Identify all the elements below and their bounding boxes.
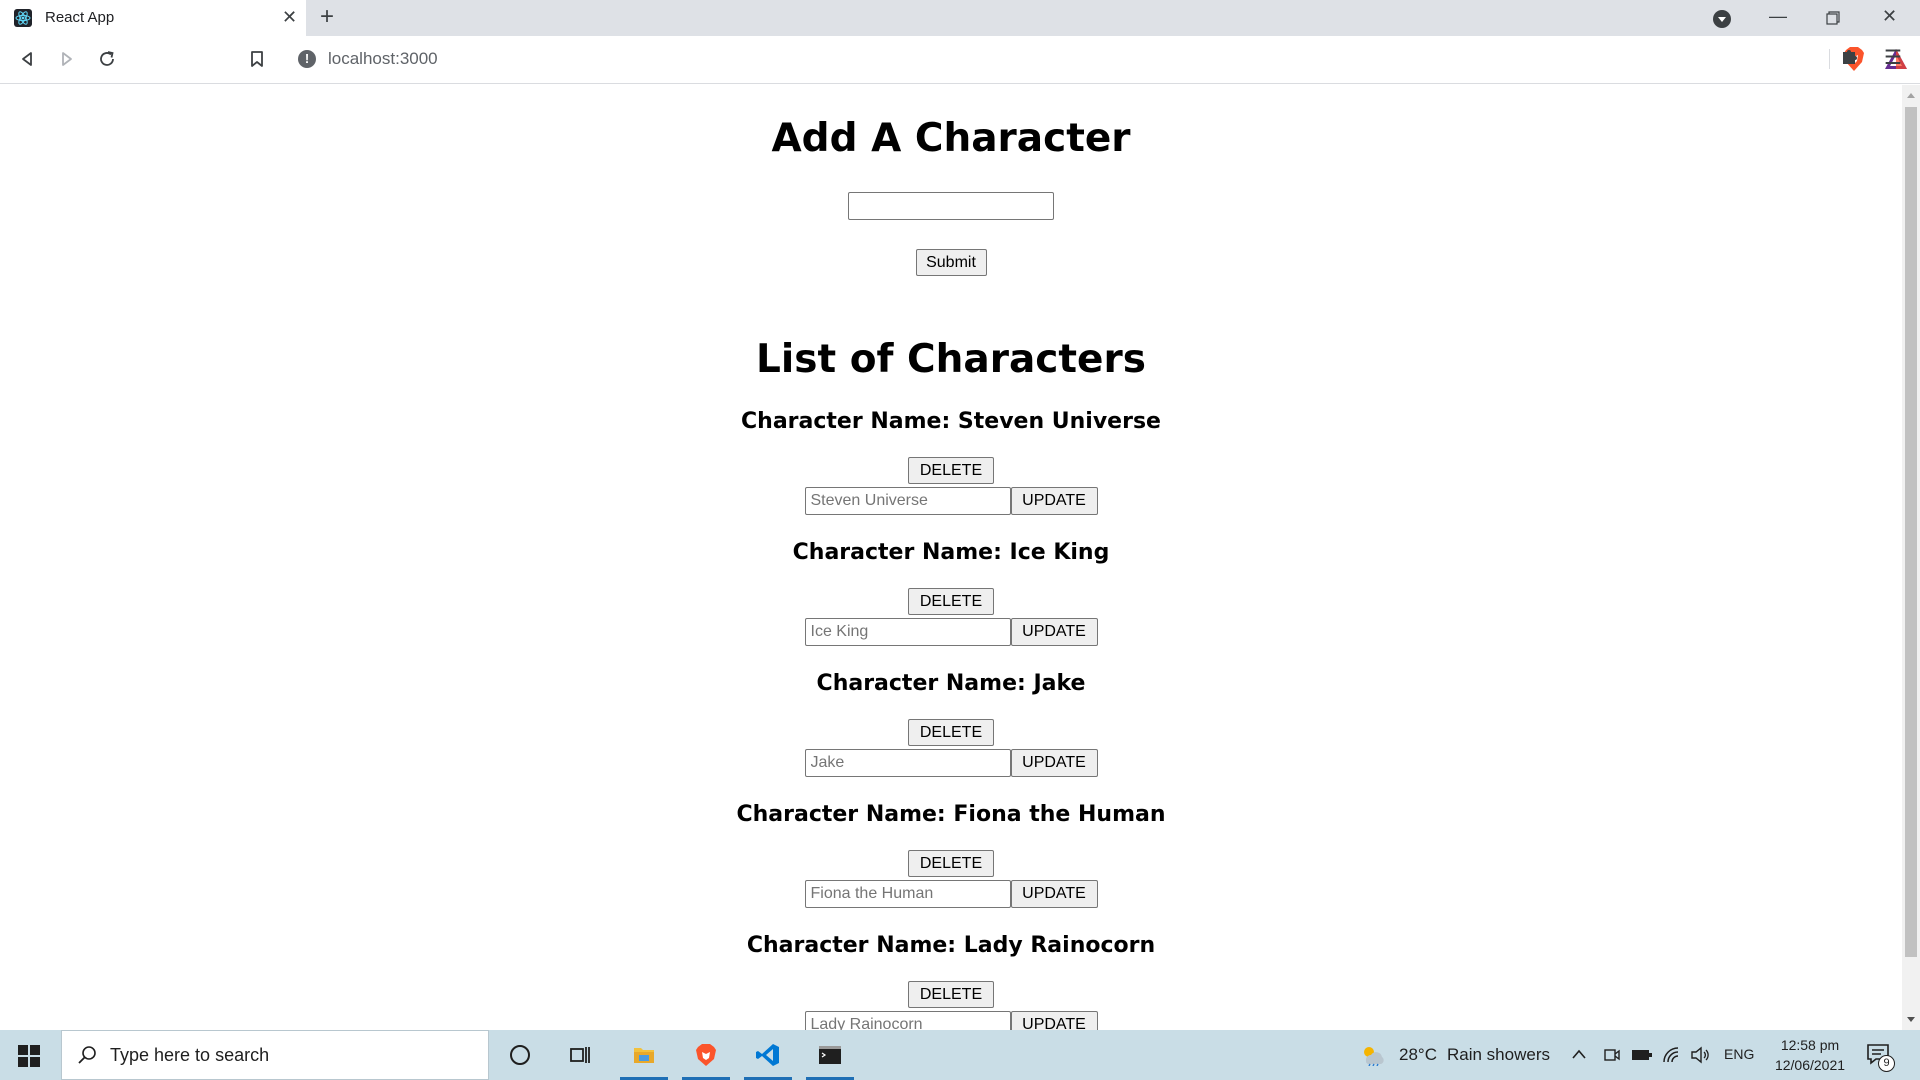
add-character-title: Add A Character <box>771 116 1131 161</box>
scroll-down-icon[interactable] <box>1907 1017 1915 1022</box>
character-item: Character Name: Fiona the Human DELETE U… <box>0 801 1902 908</box>
delete-button[interactable]: DELETE <box>908 719 994 746</box>
site-info-icon[interactable]: ! <box>298 50 316 68</box>
list-title: List of Characters <box>756 337 1146 382</box>
app-root: Add A Character Submit List of Character… <box>0 115 1902 1030</box>
minimize-icon[interactable]: — <box>1769 6 1787 27</box>
url-text[interactable]: localhost:3000 <box>328 49 438 69</box>
weather-icon[interactable] <box>1360 1044 1386 1066</box>
react-icon <box>14 9 32 27</box>
update-row: UPDATE <box>0 880 1902 908</box>
update-button[interactable]: UPDATE <box>1010 1011 1098 1030</box>
submit-button[interactable]: Submit <box>915 249 987 276</box>
bookmark-icon[interactable] <box>249 50 265 68</box>
clock[interactable]: 12:58 pm 12/06/2021 <box>1770 1035 1850 1075</box>
character-item: Character Name: Lady Rainocorn DELETE UP… <box>0 932 1902 1030</box>
close-window-icon[interactable]: ✕ <box>1882 6 1897 27</box>
cortana-icon <box>510 1045 530 1065</box>
update-input[interactable] <box>804 880 1011 908</box>
character-item: Character Name: Steven Universe DELETE U… <box>0 408 1902 515</box>
language-indicator[interactable]: ENG <box>1724 1046 1754 1062</box>
vscode-icon <box>756 1044 779 1066</box>
update-input[interactable] <box>804 1011 1011 1030</box>
update-row: UPDATE <box>0 618 1902 646</box>
character-item: Character Name: Ice King DELETE UPDATE <box>0 539 1902 646</box>
scroll-up-icon[interactable] <box>1907 93 1915 98</box>
tab-search-icon[interactable] <box>1713 10 1731 28</box>
character-item: Character Name: Jake DELETE UPDATE <box>0 670 1902 777</box>
terminal-button[interactable] <box>804 1030 856 1080</box>
search-icon <box>78 1046 96 1064</box>
update-input[interactable] <box>804 487 1011 515</box>
wifi-icon[interactable] <box>1662 1046 1682 1064</box>
browser-toolbar: ! localhost:3000 ☰ <box>0 36 1920 84</box>
clock-date: 12/06/2021 <box>1774 1057 1846 1073</box>
tab-title: React App <box>45 9 115 26</box>
puzzle-icon[interactable] <box>1840 46 1860 66</box>
taskbar-search[interactable]: Type here to search <box>61 1030 489 1080</box>
omnibox-divider <box>1829 49 1830 69</box>
volume-icon[interactable] <box>1690 1046 1710 1064</box>
update-row: UPDATE <box>0 749 1902 777</box>
file-explorer-button[interactable] <box>618 1030 670 1080</box>
windows-start-icon[interactable] <box>18 1045 40 1067</box>
notification-count-badge: 9 <box>1878 1055 1895 1072</box>
vscode-button[interactable] <box>742 1030 794 1080</box>
reload-icon[interactable] <box>98 50 116 68</box>
task-view-icon <box>570 1047 590 1063</box>
update-button[interactable]: UPDATE <box>1010 487 1098 515</box>
page-scrollbar[interactable] <box>1902 85 1920 1030</box>
delete-button[interactable]: DELETE <box>908 850 994 877</box>
update-button[interactable]: UPDATE <box>1010 749 1098 777</box>
character-name: Character Name: Jake <box>816 671 1086 696</box>
close-tab-icon[interactable]: ✕ <box>282 7 297 28</box>
weather-temp[interactable]: 28°C <box>1399 1045 1437 1065</box>
tab-react-app[interactable]: React App ✕ <box>0 0 306 36</box>
cortana-button[interactable] <box>494 1030 546 1080</box>
brave-button[interactable] <box>680 1030 732 1080</box>
scroll-thumb[interactable] <box>1905 107 1917 957</box>
restore-icon[interactable] <box>1826 11 1840 25</box>
update-button[interactable]: UPDATE <box>1010 618 1098 646</box>
update-input[interactable] <box>804 749 1011 777</box>
update-input[interactable] <box>804 618 1011 646</box>
update-row: UPDATE <box>0 487 1902 515</box>
meet-now-icon[interactable] <box>1603 1046 1621 1064</box>
character-name: Character Name: Fiona the Human <box>736 802 1166 827</box>
menu-icon[interactable]: ☰ <box>1884 45 1902 70</box>
delete-button[interactable]: DELETE <box>908 981 994 1008</box>
forward-icon[interactable] <box>58 50 76 68</box>
address-bar[interactable]: ! localhost:3000 <box>285 41 1907 77</box>
update-button[interactable]: UPDATE <box>1010 880 1098 908</box>
task-view-button[interactable] <box>554 1030 606 1080</box>
weather-description[interactable]: Rain showers <box>1447 1045 1550 1065</box>
folder-icon <box>634 1048 654 1063</box>
chevron-up-icon[interactable] <box>1571 1048 1587 1060</box>
delete-button[interactable]: DELETE <box>908 457 994 484</box>
delete-button[interactable]: DELETE <box>908 588 994 615</box>
search-placeholder: Type here to search <box>110 1045 270 1065</box>
update-row: UPDATE <box>0 1011 1902 1030</box>
character-name: Character Name: Ice King <box>792 540 1110 565</box>
taskbar: Type here to search 28°C Rain showers EN… <box>0 1030 1920 1080</box>
back-icon[interactable] <box>18 50 36 68</box>
new-tab-button[interactable]: + <box>320 3 334 31</box>
character-name: Character Name: Lady Rainocorn <box>746 933 1156 958</box>
add-character-input[interactable] <box>848 192 1054 220</box>
terminal-icon <box>819 1046 841 1064</box>
brave-icon <box>696 1044 716 1066</box>
battery-icon[interactable] <box>1631 1048 1653 1062</box>
tab-bar: React App ✕ + — ✕ <box>0 0 1920 36</box>
clock-time: 12:58 pm <box>1780 1037 1840 1053</box>
character-name: Character Name: Steven Universe <box>741 409 1161 434</box>
page-viewport: Add A Character Submit List of Character… <box>0 85 1902 1030</box>
